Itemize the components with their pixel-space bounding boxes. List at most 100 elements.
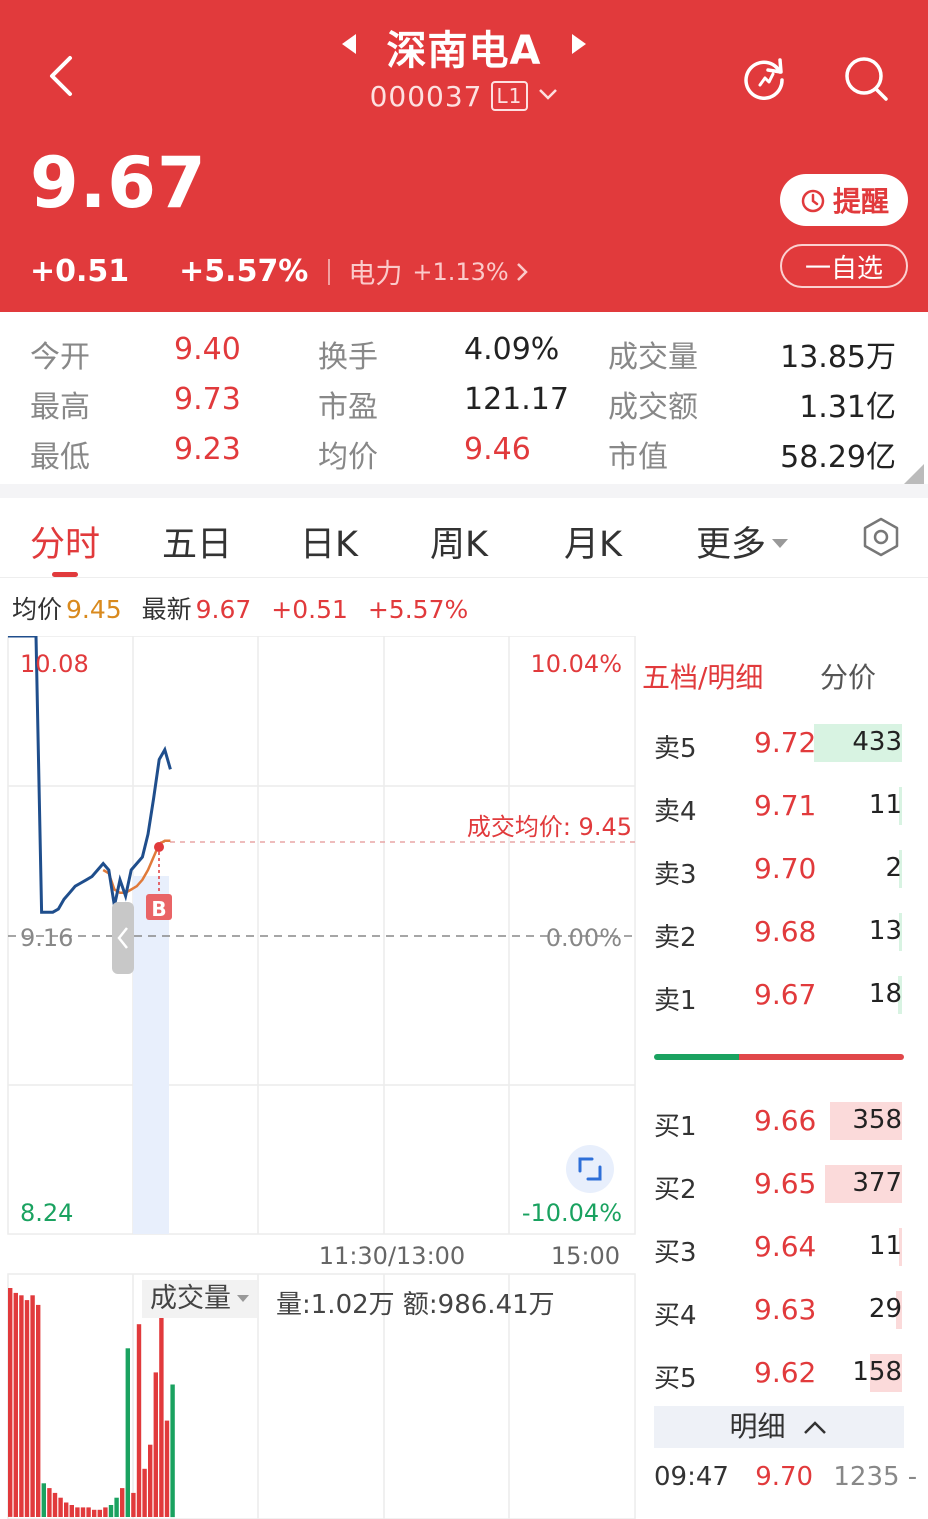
sector-name[interactable]: 电力 (348, 252, 402, 291)
ask-volume: 433 (852, 727, 902, 757)
ask-price: 9.72 (754, 726, 817, 759)
active-tab-indicator (52, 572, 78, 577)
latest-label: 最新 (141, 595, 192, 624)
time-end-label: 15:00 (551, 1242, 620, 1270)
bid-row[interactable]: 买5 9.62 158 (654, 1352, 904, 1396)
next-stock-arrow-icon[interactable] (572, 34, 586, 54)
buy-ratio (654, 1054, 739, 1060)
volume-indicator-selector[interactable]: 成交量 (142, 1280, 257, 1318)
sector-change[interactable]: +1.13% (412, 258, 508, 286)
fullscreen-button[interactable] (566, 1145, 614, 1193)
bid-price: 9.62 (754, 1356, 817, 1389)
stock-code: 000037 (369, 80, 483, 113)
ask-row[interactable]: 卖4 9.71 11 (654, 785, 904, 829)
chart-tabs: 分时 五日 日K 周K 月K 更多 (0, 498, 928, 578)
stat-label: 最高 (30, 390, 90, 425)
caret-down-icon (237, 1295, 249, 1302)
tab-more-label: 更多 (696, 525, 767, 565)
ask-row[interactable]: 卖5 9.72 433 (654, 722, 904, 766)
ask-row[interactable]: 卖3 9.70 2 (654, 848, 904, 892)
tab-price-distribution[interactable]: 分价 (820, 656, 876, 696)
bid-volume: 29 (868, 1294, 902, 1324)
volume-bar (64, 1502, 69, 1517)
price-low-label: 8.24 (20, 1199, 73, 1227)
stat-label: 最低 (30, 440, 90, 475)
refresh-icon[interactable] (738, 52, 790, 104)
bid-row[interactable]: 买3 9.64 11 (654, 1226, 904, 1270)
pct-high-label: 10.04% (530, 650, 622, 678)
bid-price: 9.63 (754, 1293, 817, 1326)
add-watchlist-button[interactable]: 一自选 (780, 244, 908, 288)
ask-price: 9.70 (754, 852, 817, 885)
volume-bar (153, 1372, 158, 1517)
bid-level-label: 买1 (654, 1112, 697, 1142)
volume-bar (13, 1292, 18, 1517)
stat-value: 58.29亿 (780, 440, 896, 475)
expand-corner-icon[interactable] (904, 464, 924, 484)
volume-bar (131, 1492, 136, 1517)
chart-grid (7, 636, 636, 1519)
stat-value: 1.31亿 (799, 390, 896, 425)
ask-volume: 2 (885, 853, 902, 883)
volume-bar (136, 1324, 142, 1517)
tab-weekly-k[interactable]: 周K (430, 516, 488, 567)
volume-bar (142, 1468, 147, 1517)
stat-value: 13.85万 (780, 340, 896, 375)
volume-bar (52, 1492, 58, 1517)
stats-grid: 今开 9.40 换手 4.09% 成交量 13.85万 最高 9.73 市盈 1… (0, 318, 928, 484)
tab-more[interactable]: 更多 (696, 516, 789, 567)
remind-button[interactable]: 提醒 (780, 174, 908, 226)
search-icon[interactable] (840, 52, 892, 104)
stat-value: 9.73 (174, 382, 241, 417)
avg-label: 均价 (12, 595, 63, 624)
intraday-info-line: 均价 9.45 最新 9.67 +0.51 +5.57% (12, 590, 480, 626)
ask-level-label: 卖3 (654, 860, 697, 890)
stat-value: 9.46 (464, 432, 531, 467)
volume-bar (41, 1483, 46, 1517)
bid-level-label: 买5 (654, 1364, 697, 1394)
tab-monthly-k[interactable]: 月K (564, 516, 622, 567)
ask-row[interactable]: 卖1 9.67 18 (654, 974, 904, 1018)
chevron-right-icon[interactable] (515, 261, 529, 283)
avg-price-annotation: 成交均价: 9.45 (467, 813, 632, 841)
tab-daily-k[interactable]: 日K (300, 516, 358, 567)
tick-row: 09:47 9.70 1235 - (654, 1462, 918, 1492)
tab-five-day[interactable]: 五日 (162, 516, 232, 567)
intraday-chart[interactable]: B 10.08 9.16 8.24 10.04% 0.00% -10.04% 成… (0, 636, 636, 1519)
volume-bar (80, 1507, 86, 1517)
tab-order-book[interactable]: 五档/明细 (642, 656, 763, 696)
bid-row[interactable]: 买1 9.66 358 (654, 1100, 904, 1144)
collapse-handle[interactable] (112, 902, 134, 974)
bid-level-label: 买4 (654, 1301, 697, 1331)
bid-row[interactable]: 买2 9.65 377 (654, 1163, 904, 1207)
tab-intraday[interactable]: 分时 (30, 516, 100, 567)
ask-volume: 13 (868, 916, 902, 946)
ask-level-label: 卖5 (654, 734, 697, 764)
avg-value: 9.45 (66, 595, 122, 624)
info-change-pct: +5.57% (367, 595, 469, 624)
bid-row[interactable]: 买4 9.63 29 (654, 1289, 904, 1333)
stat-label: 市盈 (318, 390, 378, 425)
tick-direction: - (907, 1462, 918, 1492)
bid-volume: 377 (852, 1168, 902, 1198)
pct-low-label: -10.04% (522, 1199, 622, 1227)
stat-value: 9.40 (174, 332, 241, 367)
stat-value: 9.23 (174, 432, 241, 467)
volume-bar (97, 1509, 102, 1517)
stat-label: 换手 (318, 340, 378, 375)
stock-name: 深南电A (386, 28, 542, 74)
stat-label: 均价 (318, 440, 378, 475)
volume-bar (92, 1509, 97, 1517)
settings-hexagon-icon[interactable] (860, 516, 902, 558)
stats-row-3: 最低 9.23 均价 9.46 市值 58.29亿 (0, 424, 928, 475)
buy-point-dot[interactable] (154, 842, 164, 852)
bid-volume: 11 (868, 1231, 902, 1261)
ask-row[interactable]: 卖2 9.68 13 (654, 911, 904, 955)
time-mid-label: 11:30/13:00 (319, 1242, 465, 1270)
watch-label: 一自选 (804, 253, 883, 284)
volume-bar (24, 1300, 30, 1517)
detail-toggle-button[interactable]: 明细 (654, 1406, 904, 1448)
volume-bars (8, 1288, 175, 1518)
ask-price: 9.67 (754, 978, 817, 1011)
bid-level-label: 买2 (654, 1175, 697, 1205)
